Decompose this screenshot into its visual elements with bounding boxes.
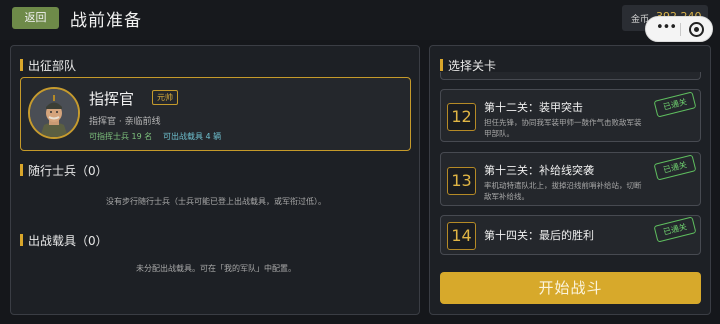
page-title: 战前准备 — [70, 11, 142, 31]
mini-program-capsule: ••• — [645, 16, 713, 42]
start-battle-button[interactable]: 开始战斗 — [440, 272, 701, 304]
cleared-stamp: 已通关 — [653, 216, 697, 243]
top-bar: 返回 战前准备 金币 392,240 — [0, 0, 720, 40]
level-number: 13 — [447, 167, 476, 195]
vehicles-empty-text: 未分配出战载具。可在「我的军队」中配置。 — [136, 264, 296, 273]
cleared-stamp: 已通关 — [653, 154, 697, 181]
commander-portrait-icon — [30, 89, 78, 137]
level-card-13[interactable]: 13 第十三关：补给线突袭 率机动特遣队北上，拔掉沿线前哨补给站，切断敌军补给线… — [440, 152, 701, 206]
levels-panel: 选择关卡 12 第十二关：装甲突击 担任先锋，协同我军装甲师一鼓作气击败敌军装甲… — [429, 45, 711, 315]
soldiers-section-title: 随行士兵（0） — [20, 162, 108, 179]
soldier-capacity: 可指挥士兵 19 名 — [89, 132, 153, 141]
commander-name: 指挥官 — [89, 90, 135, 108]
level-card-14[interactable]: 14 第十四关：最后的胜利 已通关 — [440, 215, 701, 255]
level-card-12[interactable]: 12 第十二关：装甲突击 担任先锋，协同我军装甲师一鼓作气击败敌军装甲部队。 已… — [440, 89, 701, 142]
level-title: 第十三关：补给线突袭 — [484, 164, 594, 177]
commander-card[interactable]: 指挥官 元帅 指挥官 · 亲临前线 可指挥士兵 19 名 可出战载具 4 辆 — [20, 77, 411, 151]
level-card-partial — [440, 72, 701, 80]
level-desc: 担任先锋，协同我军装甲师一鼓作气击败敌军装甲部队。 — [484, 118, 642, 138]
soldiers-empty-text: 没有步行随行士兵（士兵可能已登上出战载具，或军衔过低）。 — [106, 197, 326, 206]
troops-section-title: 出征部队 — [20, 57, 76, 74]
level-title: 第十二关：装甲突击 — [484, 101, 583, 114]
cleared-stamp: 已通关 — [653, 91, 697, 118]
vehicle-capacity: 可出战载具 4 辆 — [163, 132, 222, 141]
back-button[interactable]: 返回 — [12, 7, 59, 29]
level-desc: 率机动特遣队北上，拔掉沿线前哨补给站，切断敌军补给线。 — [484, 181, 642, 201]
capsule-divider — [680, 23, 681, 36]
rank-badge: 元帅 — [152, 90, 178, 105]
level-title: 第十四关：最后的胜利 — [484, 229, 594, 242]
level-number: 12 — [447, 103, 476, 131]
circle-close-icon[interactable] — [689, 22, 704, 37]
troops-panel: 出征部队 指挥官 元帅 指挥官 · 亲临前线 可指挥士兵 19 名 可出战载具 … — [10, 45, 420, 315]
commander-avatar — [28, 87, 80, 139]
more-dots-icon[interactable]: ••• — [656, 20, 677, 35]
commander-subtitle: 指挥官 · 亲临前线 — [89, 117, 161, 127]
level-number: 14 — [447, 222, 476, 250]
vehicles-section-title: 出战载具（0） — [20, 232, 108, 249]
